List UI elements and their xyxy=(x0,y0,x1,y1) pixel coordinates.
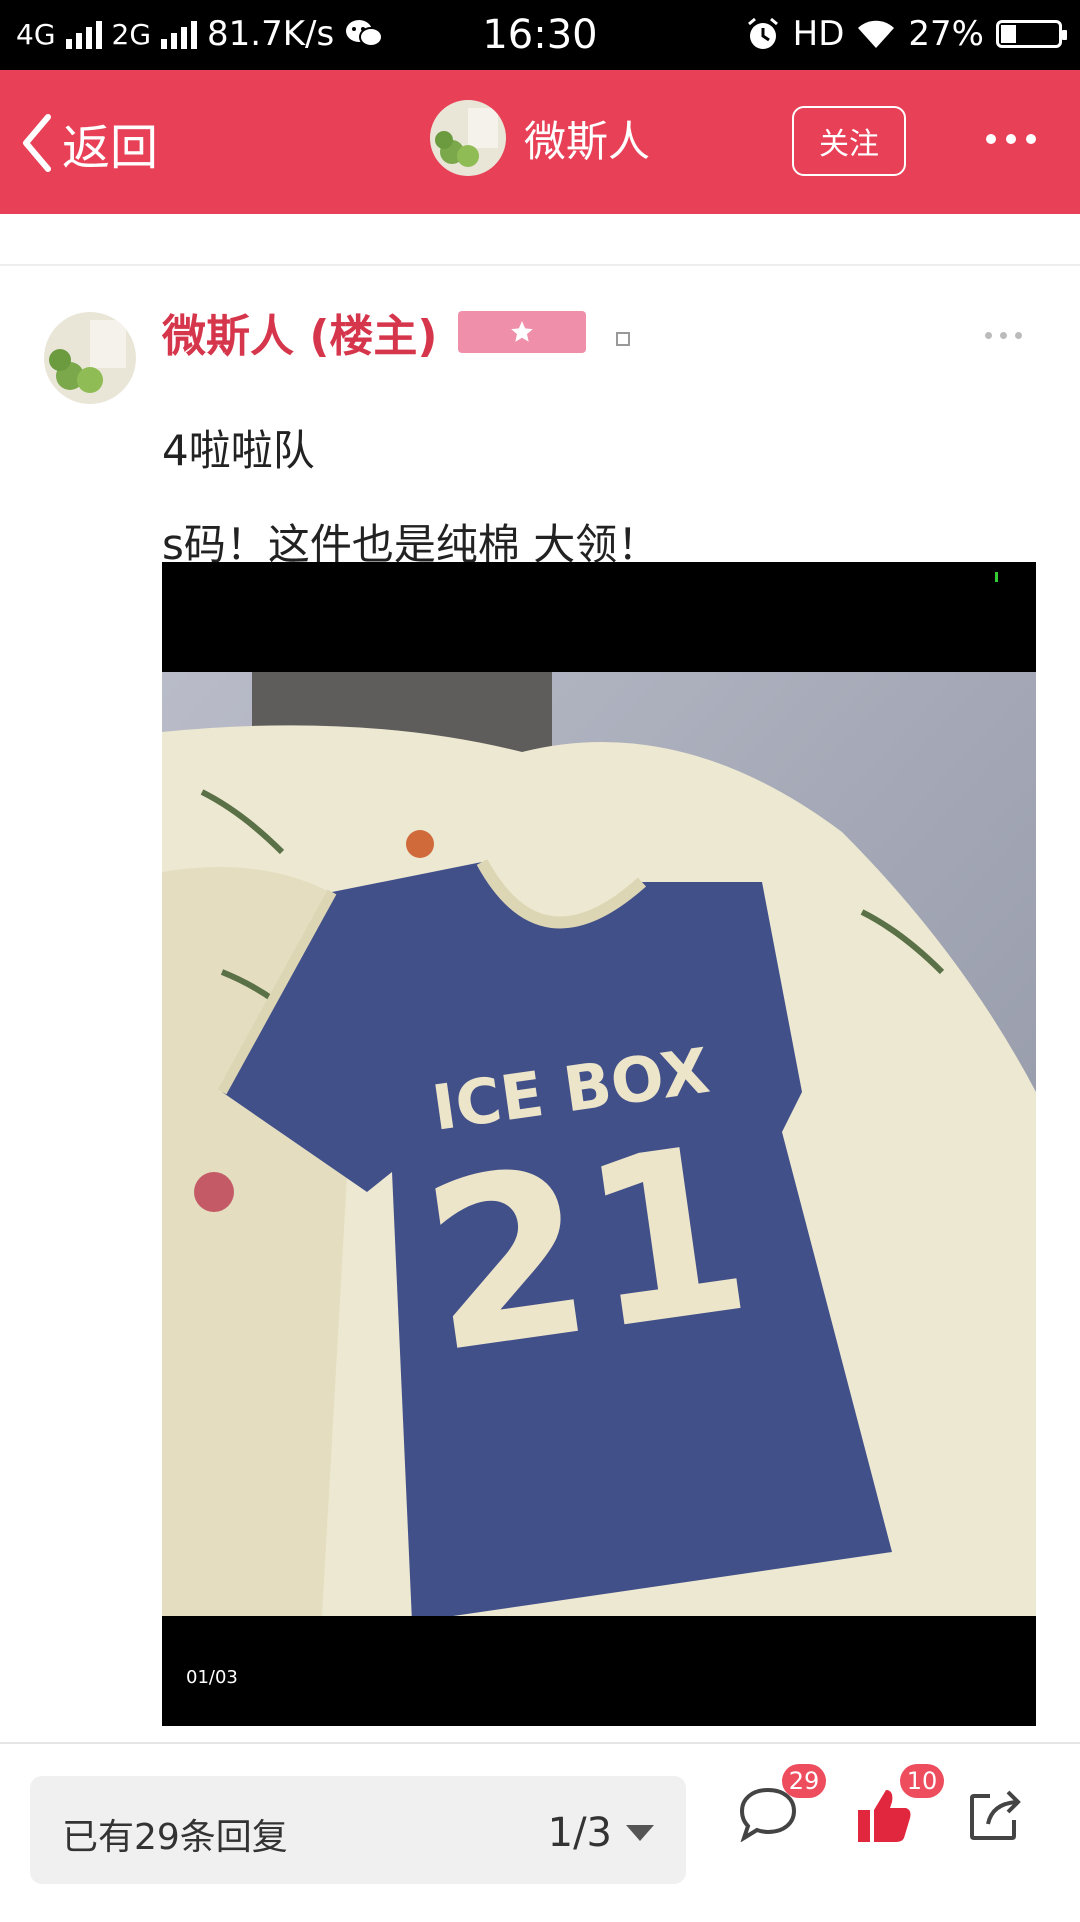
battery-text: 27% xyxy=(908,14,984,54)
hd-label: HD xyxy=(792,14,845,54)
back-chevron-icon xyxy=(23,114,51,172)
page-selector[interactable]: 1/3 xyxy=(548,1810,654,1856)
photo: ICE BOX 21 xyxy=(162,672,1036,1616)
shirt-text-2: 21 xyxy=(410,1096,764,1405)
previous-post-edge xyxy=(0,214,1080,266)
more-dots-icon[interactable] xyxy=(986,134,1036,144)
back-button[interactable]: 返回 xyxy=(20,108,158,178)
wifi-icon xyxy=(858,20,895,48)
like-count-badge: 10 xyxy=(900,1764,944,1798)
author-name[interactable]: 微斯人 (楼主) xyxy=(162,300,438,364)
page-indicator: 1/3 xyxy=(547,1810,612,1856)
image-counter: 01/03 xyxy=(186,1667,238,1688)
bottom-bar: 已有29条回复 1/3 29 10 xyxy=(0,1742,1080,1922)
battery-icon xyxy=(996,20,1067,48)
post-line-1: 4啦啦队 xyxy=(162,426,315,475)
status-bar: 4G 2G 81.7K/s 16:30 HD 27% xyxy=(0,0,1080,70)
comment-button[interactable]: 29 xyxy=(738,1764,826,1846)
header-title: 微斯人 xyxy=(524,116,651,166)
thumbs-up-icon xyxy=(858,1790,911,1842)
rank-badge xyxy=(457,311,586,353)
status-right: HD 27% xyxy=(745,14,1067,54)
follow-button[interactable]: 关注 xyxy=(792,106,906,176)
author-row: 微斯人 (楼主) xyxy=(162,300,630,364)
comment-count-badge: 29 xyxy=(782,1764,826,1798)
share-button[interactable] xyxy=(968,1786,1024,1846)
header-user[interactable]: 微斯人 xyxy=(430,100,650,176)
indicator-dot xyxy=(995,572,998,582)
reply-summary: 已有29条回复 xyxy=(62,1817,288,1858)
avatar[interactable] xyxy=(430,100,506,176)
post-more-icon[interactable] xyxy=(985,332,1022,339)
star-icon xyxy=(510,321,533,342)
author-avatar[interactable] xyxy=(44,312,136,404)
battery-level xyxy=(1001,25,1016,43)
alarm-icon xyxy=(747,17,778,49)
trailing-mark xyxy=(615,332,630,346)
like-button[interactable]: 10 xyxy=(856,1764,944,1848)
reply-input[interactable]: 已有29条回复 1/3 xyxy=(30,1776,686,1884)
chevron-down-icon xyxy=(626,1825,654,1841)
back-label: 返回 xyxy=(62,120,159,176)
top-nav: 返回 微斯人 关注 xyxy=(0,70,1080,214)
post-image[interactable]: ICE BOX 21 01/03 xyxy=(162,562,1036,1726)
share-icon xyxy=(970,1790,1021,1840)
